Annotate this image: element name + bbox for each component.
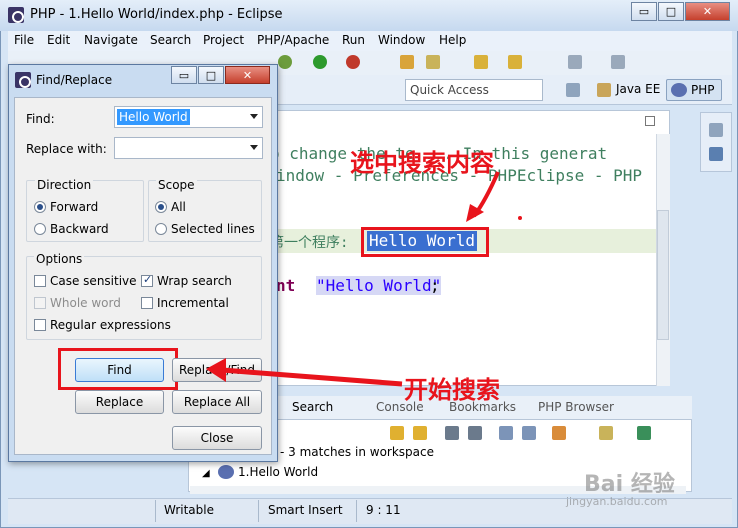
arrow-to-find [221, 367, 403, 387]
baidu-watermark-url: jingyan.baidu.com [566, 495, 668, 508]
annotation-arrows [206, 171, 522, 387]
baidu-watermark: Bai 经验 [584, 472, 675, 497]
arrowhead-find [206, 358, 226, 382]
annotation-dot [518, 216, 522, 220]
